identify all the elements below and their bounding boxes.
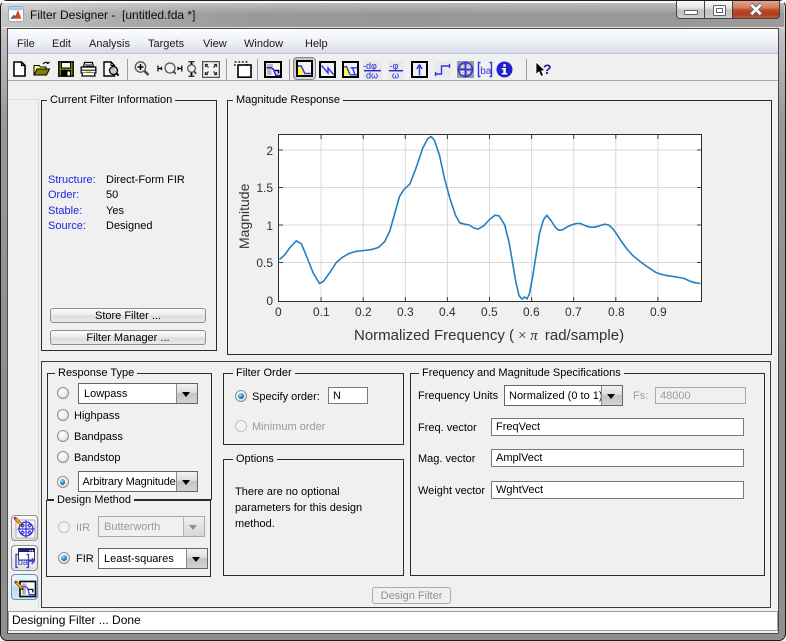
- svg-text:ω: ω: [392, 71, 399, 80]
- svg-text:-φ: -φ: [390, 61, 399, 71]
- svg-text:?: ?: [543, 61, 552, 77]
- svg-text:ba: ba: [18, 557, 29, 568]
- svg-text:dω: dω: [366, 71, 378, 80]
- svg-text:ba: ba: [480, 66, 492, 77]
- svg-text:-dφ: -dφ: [363, 61, 377, 71]
